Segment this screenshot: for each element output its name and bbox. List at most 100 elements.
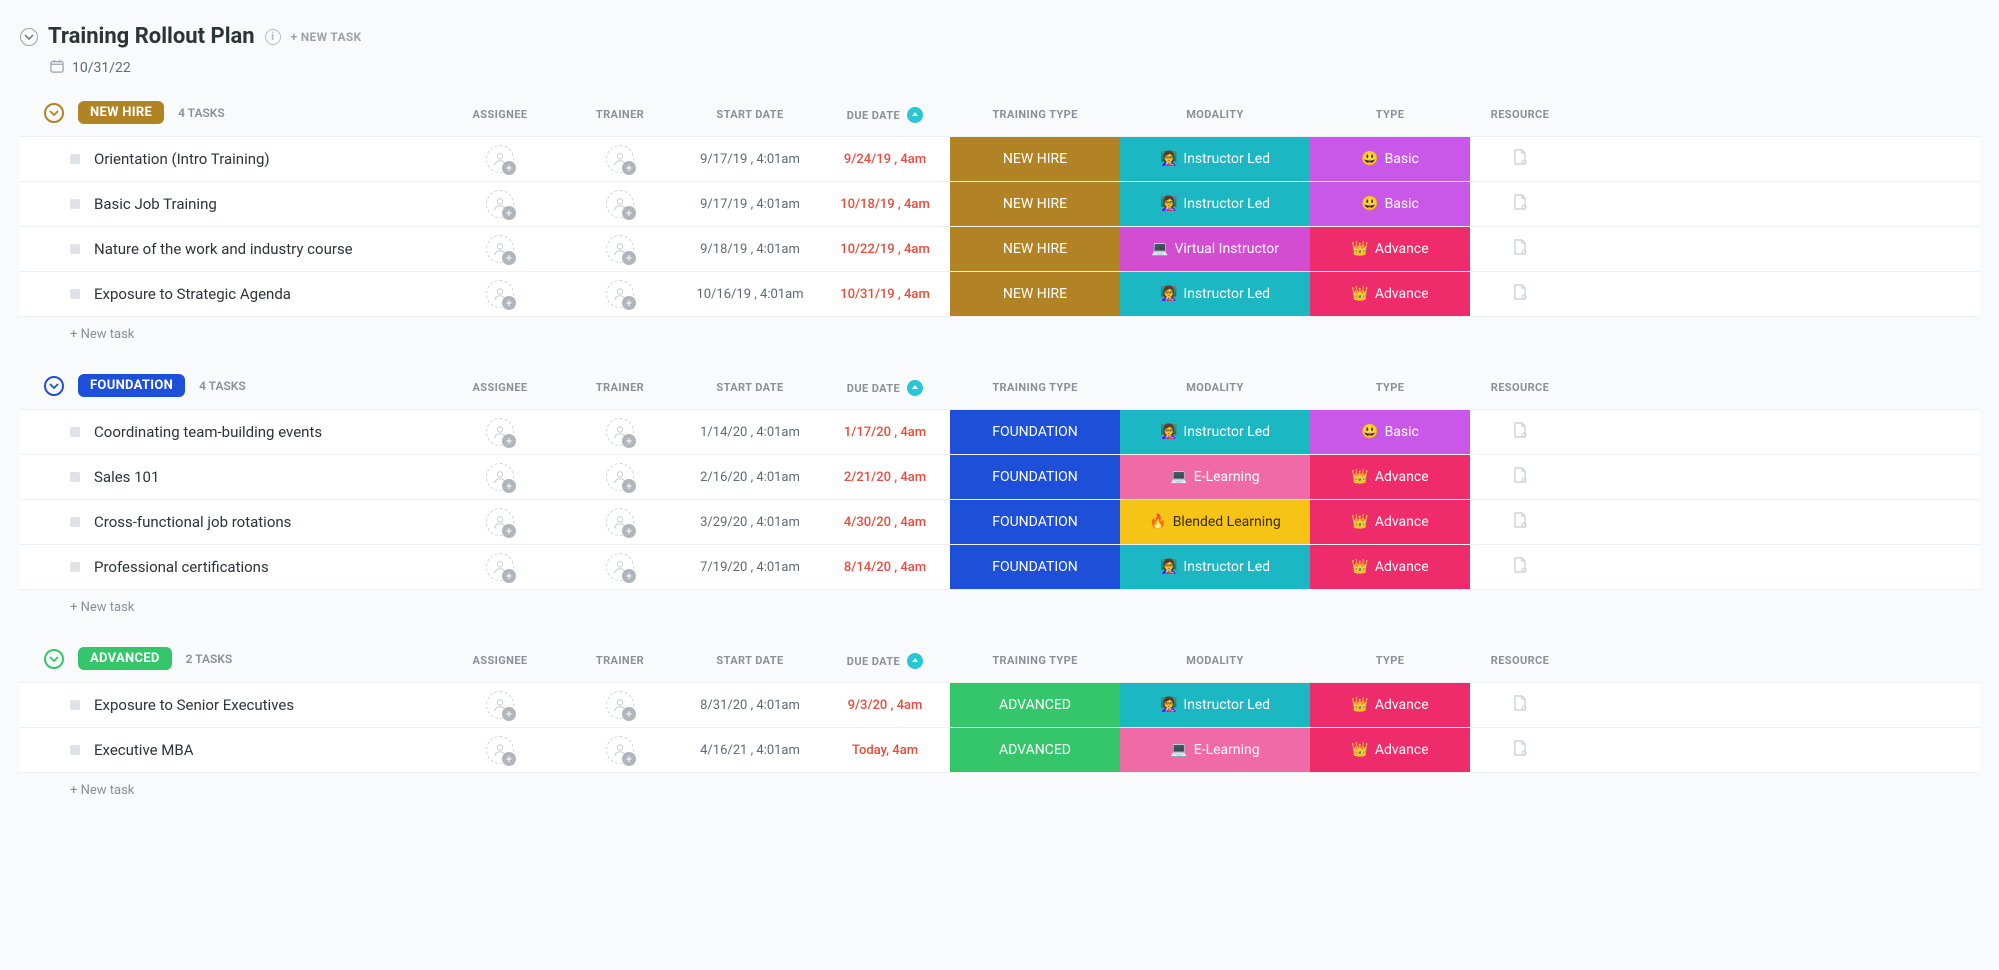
due-date[interactable]: Today, 4am	[820, 743, 950, 758]
task-row[interactable]: Professional certifications + + 7/19/20 …	[20, 544, 1979, 590]
type-tag[interactable]: 👑Advance	[1310, 227, 1470, 271]
assignee-picker[interactable]: +	[486, 691, 514, 719]
training-type-tag[interactable]: FOUNDATION	[950, 500, 1120, 544]
group-collapse-toggle[interactable]	[44, 103, 64, 123]
document-icon[interactable]	[1511, 466, 1529, 488]
list-collapse-toggle[interactable]	[20, 28, 38, 46]
type-tag[interactable]: 👑Advance	[1310, 545, 1470, 589]
start-date[interactable]: 2/16/20 , 4:01am	[680, 470, 820, 485]
task-status-box[interactable]	[70, 562, 80, 572]
col-training-type[interactable]: TRAINING TYPE	[950, 108, 1120, 121]
task-name[interactable]: Basic Job Training	[94, 195, 217, 213]
group-chip[interactable]: ADVANCED	[78, 647, 172, 670]
start-date[interactable]: 9/17/19 , 4:01am	[680, 197, 820, 212]
col-due-date[interactable]: DUE DATE	[820, 380, 950, 396]
document-icon[interactable]	[1511, 283, 1529, 305]
task-name[interactable]: Nature of the work and industry course	[94, 240, 353, 258]
modality-tag[interactable]: 👩‍🏫Instructor Led	[1120, 683, 1310, 727]
task-status-box[interactable]	[70, 427, 80, 437]
col-assignee[interactable]: ASSIGNEE	[440, 108, 560, 121]
col-start-date[interactable]: START DATE	[680, 381, 820, 394]
document-icon[interactable]	[1511, 556, 1529, 578]
modality-tag[interactable]: 👩‍🏫Instructor Led	[1120, 272, 1310, 316]
trainer-picker[interactable]: +	[606, 508, 634, 536]
new-task-button[interactable]: + New task	[20, 317, 1979, 346]
due-date[interactable]: 9/3/20 , 4am	[820, 698, 950, 713]
col-start-date[interactable]: START DATE	[680, 108, 820, 121]
training-type-tag[interactable]: NEW HIRE	[950, 137, 1120, 181]
assignee-picker[interactable]: +	[486, 280, 514, 308]
trainer-picker[interactable]: +	[606, 553, 634, 581]
task-row[interactable]: Nature of the work and industry course +…	[20, 226, 1979, 271]
task-row[interactable]: Executive MBA + + 4/16/21 , 4:01am Today…	[20, 727, 1979, 773]
type-tag[interactable]: 😃Basic	[1310, 182, 1470, 226]
trainer-picker[interactable]: +	[606, 280, 634, 308]
task-row[interactable]: Sales 101 + + 2/16/20 , 4:01am 2/21/20 ,…	[20, 454, 1979, 499]
assignee-picker[interactable]: +	[486, 235, 514, 263]
start-date[interactable]: 4/16/21 , 4:01am	[680, 743, 820, 758]
modality-tag[interactable]: 👩‍🏫Instructor Led	[1120, 545, 1310, 589]
start-date[interactable]: 1/14/20 , 4:01am	[680, 425, 820, 440]
task-row[interactable]: Exposure to Senior Executives + + 8/31/2…	[20, 682, 1979, 727]
task-name[interactable]: Professional certifications	[94, 558, 269, 576]
document-icon[interactable]	[1511, 193, 1529, 215]
sort-asc-icon[interactable]	[907, 653, 923, 669]
document-icon[interactable]	[1511, 739, 1529, 761]
modality-tag[interactable]: 💻Virtual Instructor	[1120, 227, 1310, 271]
task-name[interactable]: Exposure to Senior Executives	[94, 696, 294, 714]
col-trainer[interactable]: TRAINER	[560, 108, 680, 121]
training-type-tag[interactable]: FOUNDATION	[950, 455, 1120, 499]
task-row[interactable]: Cross-functional job rotations + + 3/29/…	[20, 499, 1979, 544]
training-type-tag[interactable]: ADVANCED	[950, 728, 1120, 772]
start-date[interactable]: 9/18/19 , 4:01am	[680, 242, 820, 257]
col-resource[interactable]: RESOURCE	[1470, 654, 1570, 667]
trainer-picker[interactable]: +	[606, 190, 634, 218]
col-trainer[interactable]: TRAINER	[560, 381, 680, 394]
task-name[interactable]: Orientation (Intro Training)	[94, 150, 270, 168]
group-chip[interactable]: FOUNDATION	[78, 374, 185, 397]
training-type-tag[interactable]: FOUNDATION	[950, 410, 1120, 454]
group-collapse-toggle[interactable]	[44, 649, 64, 669]
trainer-picker[interactable]: +	[606, 463, 634, 491]
start-date[interactable]: 8/31/20 , 4:01am	[680, 698, 820, 713]
task-row[interactable]: Orientation (Intro Training) + + 9/17/19…	[20, 136, 1979, 181]
task-status-box[interactable]	[70, 745, 80, 755]
col-modality[interactable]: MODALITY	[1120, 654, 1310, 667]
trainer-picker[interactable]: +	[606, 235, 634, 263]
task-status-box[interactable]	[70, 154, 80, 164]
modality-tag[interactable]: 👩‍🏫Instructor Led	[1120, 137, 1310, 181]
trainer-picker[interactable]: +	[606, 736, 634, 764]
due-date[interactable]: 10/31/19 , 4am	[820, 287, 950, 302]
col-training-type[interactable]: TRAINING TYPE	[950, 654, 1120, 667]
task-status-box[interactable]	[70, 700, 80, 710]
type-tag[interactable]: 👑Advance	[1310, 272, 1470, 316]
col-resource[interactable]: RESOURCE	[1470, 108, 1570, 121]
type-tag[interactable]: 👑Advance	[1310, 455, 1470, 499]
assignee-picker[interactable]: +	[486, 553, 514, 581]
task-status-box[interactable]	[70, 517, 80, 527]
due-date[interactable]: 9/24/19 , 4am	[820, 152, 950, 167]
training-type-tag[interactable]: FOUNDATION	[950, 545, 1120, 589]
info-icon[interactable]: i	[265, 29, 281, 45]
assignee-picker[interactable]: +	[486, 145, 514, 173]
due-date[interactable]: 10/18/19 , 4am	[820, 197, 950, 212]
col-resource[interactable]: RESOURCE	[1470, 381, 1570, 394]
trainer-picker[interactable]: +	[606, 145, 634, 173]
type-tag[interactable]: 😃Basic	[1310, 410, 1470, 454]
document-icon[interactable]	[1511, 694, 1529, 716]
task-row[interactable]: Exposure to Strategic Agenda + + 10/16/1…	[20, 271, 1979, 317]
task-name[interactable]: Cross-functional job rotations	[94, 513, 291, 531]
modality-tag[interactable]: 💻E-Learning	[1120, 728, 1310, 772]
type-tag[interactable]: 😃Basic	[1310, 137, 1470, 181]
col-type[interactable]: TYPE	[1310, 654, 1470, 667]
task-status-box[interactable]	[70, 244, 80, 254]
due-date[interactable]: 1/17/20 , 4am	[820, 425, 950, 440]
col-modality[interactable]: MODALITY	[1120, 108, 1310, 121]
start-date[interactable]: 10/16/19 , 4:01am	[680, 287, 820, 302]
task-status-box[interactable]	[70, 289, 80, 299]
assignee-picker[interactable]: +	[486, 463, 514, 491]
document-icon[interactable]	[1511, 511, 1529, 533]
due-date[interactable]: 10/22/19 , 4am	[820, 242, 950, 257]
due-date[interactable]: 2/21/20 , 4am	[820, 470, 950, 485]
start-date[interactable]: 3/29/20 , 4:01am	[680, 515, 820, 530]
